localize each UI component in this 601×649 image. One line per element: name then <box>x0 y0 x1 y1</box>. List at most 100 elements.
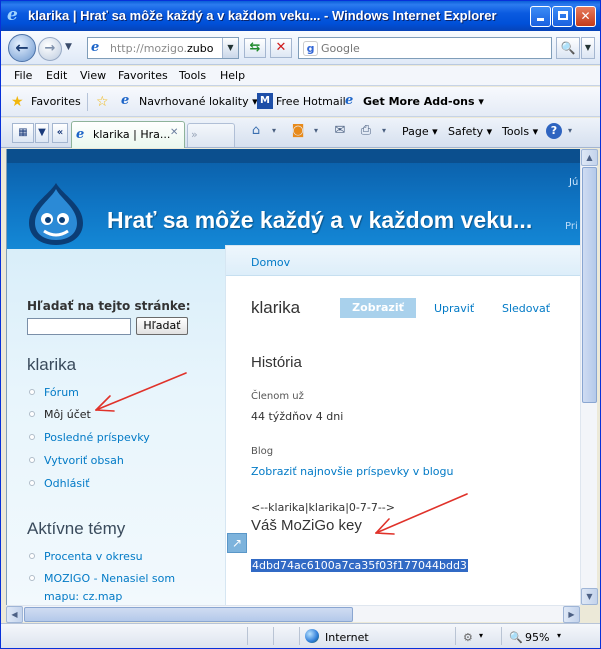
tab-view[interactable]: Zobraziť <box>340 298 416 318</box>
free-hotmail-link[interactable]: Free Hotmail <box>276 95 346 108</box>
expand-arrow-icon[interactable]: ↗ <box>227 533 247 553</box>
member-for-label: Členom už <box>251 391 304 402</box>
scroll-down-button[interactable]: ▼ <box>581 588 598 605</box>
scroll-up-button[interactable]: ▲ <box>581 149 598 166</box>
minimize-button[interactable] <box>530 6 551 27</box>
tab-close-icon[interactable]: ✕ <box>170 127 178 138</box>
url-text[interactable]: http://mozigo.zubo <box>110 42 214 55</box>
safety-menu[interactable]: Safety ▾ <box>448 125 492 138</box>
menu-edit[interactable]: Edit <box>46 69 67 82</box>
site-title[interactable]: Hrať sa môže každý a v každom veku... <box>107 207 532 234</box>
menu-favorites[interactable]: Favorites <box>118 69 168 82</box>
favorites-bar: ★ Favorites ☆ e Navrhované lokality ▾ M … <box>1 87 600 117</box>
tab-edit[interactable]: Upraviť <box>434 302 474 315</box>
protected-mode-dropdown[interactable]: ▾ <box>479 631 483 640</box>
status-bar: Internet ⚙ ▾ 🔍 95% ▾ <box>1 623 600 648</box>
breadcrumb-home-link[interactable]: Domov <box>251 256 290 269</box>
header-user-link[interactable]: Jú <box>569 177 578 188</box>
sidebar-search-label: Hľadať na tejto stránke: <box>27 299 191 313</box>
bullet-icon <box>29 411 35 417</box>
tab-track[interactable]: Sledovať <box>502 302 550 315</box>
page-menu[interactable]: Page ▾ <box>402 125 438 138</box>
scroll-left-button[interactable]: ◀ <box>6 606 23 623</box>
more-addons-link[interactable]: Get More Add-ons ▾ <box>363 95 484 108</box>
print-dropdown[interactable]: ▾ <box>375 122 393 140</box>
tab-page-icon: e <box>76 127 85 142</box>
feeds-dropdown[interactable]: ▾ <box>307 122 325 140</box>
sidebar: Hľadať na tejto stránke: Hľadať klarika … <box>7 249 227 605</box>
close-button[interactable]: ✕ <box>575 6 596 27</box>
sidebar-search-button[interactable]: Hľadať <box>136 317 188 335</box>
security-zone-text[interactable]: Internet <box>325 631 369 644</box>
maximize-button[interactable] <box>552 6 573 27</box>
horizontal-scroll-thumb[interactable] <box>24 607 353 622</box>
bullet-icon <box>29 480 35 486</box>
tab-bar: ▦ ▼ « e klarika | Hra... ✕ » ⌂ ▾ ◙ ▾ ✉ ⎙… <box>1 118 600 148</box>
home-dropdown[interactable]: ▾ <box>265 122 283 140</box>
suggested-sites-link[interactable]: Navrhované lokality ▾ <box>139 95 258 108</box>
add-favorites-icon[interactable]: ☆ <box>96 94 109 110</box>
tools-menu[interactable]: Tools ▾ <box>502 125 538 138</box>
zoom-level[interactable]: 95% <box>525 631 549 644</box>
favorites-star-icon: ★ <box>11 94 24 110</box>
menu-file[interactable]: File <box>14 69 32 82</box>
favorites-button[interactable]: Favorites <box>31 95 81 108</box>
user-menu-heading: klarika <box>27 355 77 374</box>
page-viewport: Hrať sa môže každý a v každom veku... Jú… <box>6 149 580 605</box>
quick-tabs-button[interactable]: ▦ <box>12 123 34 143</box>
tab-klarika[interactable]: e klarika | Hra... ✕ <box>71 121 185 148</box>
zoom-dropdown[interactable]: ▾ <box>557 631 561 640</box>
menu-bar: File Edit View Favorites Tools Help <box>1 66 600 86</box>
read-mail-icon[interactable]: ✉ <box>331 122 349 140</box>
home-icon[interactable]: ⌂ <box>247 122 265 140</box>
vertical-scroll-thumb[interactable] <box>582 167 597 403</box>
main-content: Domov klarika Zobraziť Upraviť Sledovať … <box>225 245 580 605</box>
url-dropdown-button[interactable]: ▼ <box>222 38 238 58</box>
bullet-icon <box>29 434 35 440</box>
scroll-right-button[interactable]: ▶ <box>563 606 580 623</box>
mozigo-key-value[interactable]: 4dbd74ac6100a7ca35f03f177044bdd3 <box>251 559 468 572</box>
breadcrumb: Domov <box>226 246 580 276</box>
print-icon[interactable]: ⎙ <box>357 122 375 140</box>
scroll-tabs-left-button[interactable]: « <box>52 123 68 143</box>
horizontal-scrollbar[interactable]: ◀ ▶ <box>6 605 580 623</box>
refresh-button[interactable]: ⇆ <box>244 38 266 58</box>
tab-list-dropdown[interactable]: ▼ <box>35 123 49 143</box>
zoom-icon: 🔍 <box>509 631 523 644</box>
tab-label: klarika | Hra... <box>93 128 171 141</box>
window-title: klarika | Hrať sa môže každý a v každom … <box>28 8 497 23</box>
sidebar-search-input[interactable] <box>27 318 131 335</box>
back-button[interactable]: ← <box>8 34 36 62</box>
status-separator <box>299 627 300 645</box>
ie-logo-icon: e <box>7 5 18 25</box>
status-separator <box>273 627 274 645</box>
search-button[interactable]: 🔍 <box>556 37 580 59</box>
bullet-icon <box>29 389 35 395</box>
menu-tools[interactable]: Tools <box>179 69 206 82</box>
active-topics-heading: Aktívne témy <box>27 519 126 538</box>
new-tab-button[interactable]: » <box>187 123 235 147</box>
suggested-sites-icon: e <box>121 93 130 108</box>
protected-mode-icon[interactable]: ⚙ <box>463 631 473 644</box>
stop-button[interactable]: ✕ <box>270 38 292 58</box>
search-input[interactable] <box>321 40 547 56</box>
menu-help[interactable]: Help <box>220 69 245 82</box>
drupal-logo-icon <box>29 183 83 245</box>
favorites-separator <box>87 93 88 111</box>
url-field[interactable]: e http://mozigo.zubo ▼ <box>87 37 239 59</box>
recent-pages-dropdown[interactable]: ▼ <box>65 42 72 52</box>
blog-link[interactable]: Zobraziť najnovšie príspevky v blogu <box>251 465 453 478</box>
search-box[interactable]: g <box>298 37 552 59</box>
page-title: klarika <box>251 298 301 317</box>
member-for-value: 44 týždňov 4 dni <box>251 410 344 423</box>
help-dropdown[interactable]: ▾ <box>561 122 579 140</box>
address-bar: ← → ▼ e http://mozigo.zubo ▼ ⇆ ✕ g 🔍 ▼ <box>1 31 600 65</box>
header-login-link[interactable]: Pri <box>565 221 578 232</box>
feeds-icon[interactable]: ◙ <box>289 122 307 140</box>
vertical-scrollbar[interactable]: ▲ ▼ <box>580 149 598 605</box>
menu-view[interactable]: View <box>80 69 106 82</box>
mozigo-key-heading: Váš MoZiGo key <box>251 517 362 534</box>
help-icon[interactable]: ? <box>546 123 562 139</box>
forward-button[interactable]: → <box>38 37 62 61</box>
search-options-dropdown[interactable]: ▼ <box>581 37 595 59</box>
